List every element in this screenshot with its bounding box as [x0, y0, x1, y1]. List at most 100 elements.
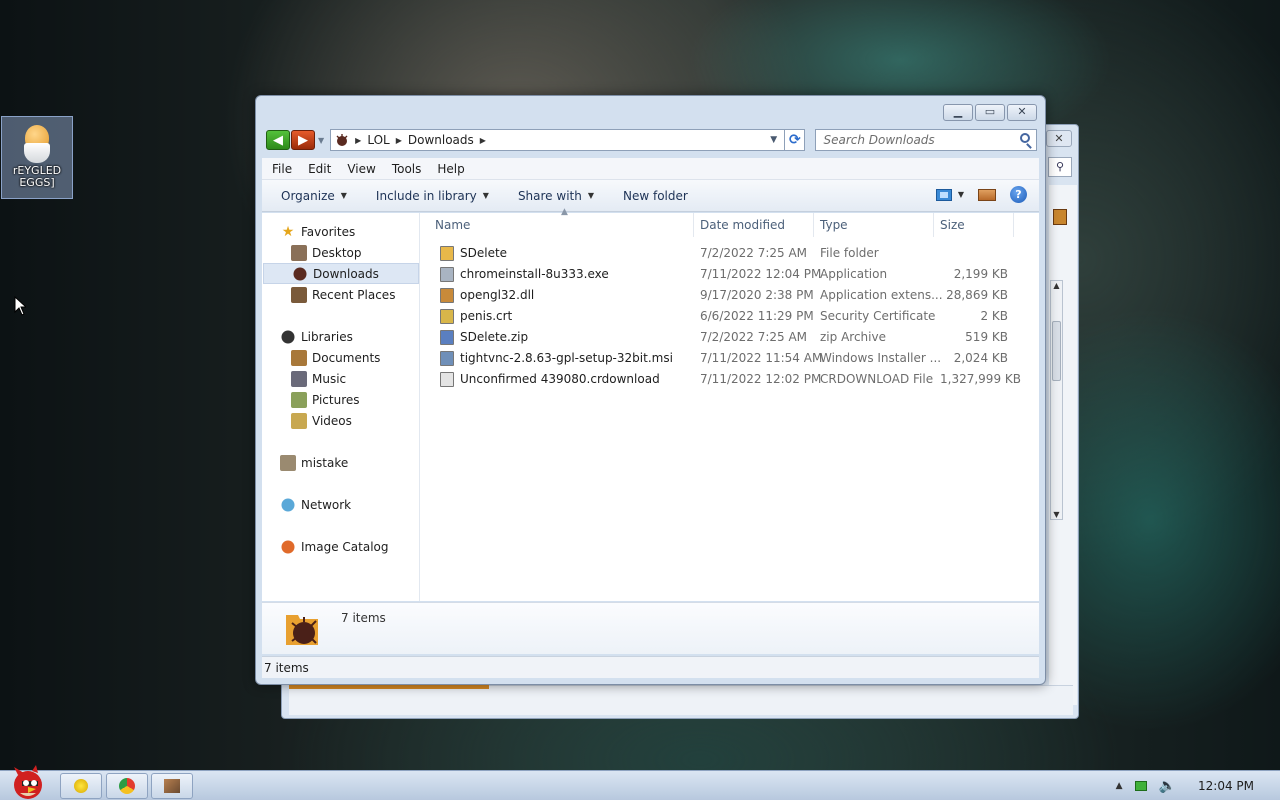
nav-videos[interactable]: Videos: [291, 410, 352, 431]
downloads-folder-icon: [286, 615, 318, 645]
nav-image-catalog[interactable]: Image Catalog: [280, 536, 388, 557]
libraries-icon: [280, 328, 296, 345]
file-size: 1,327,999 KB: [940, 372, 1021, 386]
nav-favorites[interactable]: ★ Favorites: [280, 221, 356, 242]
preview-pane-icon[interactable]: [978, 188, 996, 201]
background-scrollbar[interactable]: ▲ ▼: [1050, 280, 1063, 520]
view-options-dropdown-icon[interactable]: ▼: [958, 190, 964, 199]
file-row[interactable]: tightvnc-2.8.63-gpl-setup-32bit.msi 7/11/…: [421, 348, 1039, 369]
nav-desktop[interactable]: Desktop: [291, 242, 362, 263]
breadcrumb-arrow-icon[interactable]: ▶: [480, 136, 486, 145]
file-name: penis.crt: [460, 309, 513, 323]
nav-documents[interactable]: Documents: [291, 347, 380, 368]
taskbar-app-button[interactable]: [151, 773, 193, 799]
column-type[interactable]: Type: [814, 213, 934, 237]
taskbar-chrome-button[interactable]: [106, 773, 148, 799]
file-name: chromeinstall-8u333.exe: [460, 267, 609, 281]
search-input[interactable]: Search Downloads: [815, 129, 1037, 151]
file-date: 7/11/2022 11:54 AM: [700, 351, 823, 365]
file-name: SDelete.zip: [460, 330, 529, 344]
music-icon: [291, 370, 307, 387]
menu-tools[interactable]: Tools: [392, 162, 422, 176]
menu-view[interactable]: View: [347, 162, 375, 176]
menu-help[interactable]: Help: [437, 162, 464, 176]
folder-icon: [440, 246, 454, 261]
nav-pictures[interactable]: Pictures: [291, 389, 360, 410]
column-date-modified[interactable]: Date modified: [694, 213, 814, 237]
file-size: 28,869 KB: [946, 288, 1008, 302]
window-controls: ▁ ▭ ✕: [943, 104, 1037, 121]
show-hidden-icons-icon[interactable]: ▲: [1116, 781, 1123, 791]
volume-icon[interactable]: 🔈: [1159, 778, 1176, 794]
address-dropdown-icon[interactable]: ▼: [770, 135, 777, 145]
address-bar[interactable]: ▶ LOL ▶ Downloads ▶ ▼: [330, 129, 786, 151]
navigation-bar: ◀ ▶ ▼ ▶ LOL ▶ Downloads ▶ ▼ ⟳ Search Dow…: [266, 128, 1037, 152]
organize-button[interactable]: Organize ▼: [281, 189, 347, 203]
file-date: 7/11/2022 12:02 PM: [700, 372, 822, 386]
network-icon: [280, 496, 296, 513]
forward-button[interactable]: ▶: [291, 130, 315, 150]
background-progress: [289, 685, 489, 689]
file-row[interactable]: opengl32.dll 9/17/2020 2:38 PM Application…: [421, 285, 1039, 306]
nav-music[interactable]: Music: [291, 368, 346, 389]
file-date: 9/17/2020 2:38 PM: [700, 288, 814, 302]
menu-file[interactable]: File: [272, 162, 292, 176]
file-row[interactable]: chromeinstall-8u333.exe 7/11/2022 12:04 P…: [421, 264, 1039, 285]
back-button[interactable]: ◀: [266, 130, 290, 150]
nav-recent-places[interactable]: Recent Places: [291, 284, 395, 305]
search-placeholder: Search Downloads: [823, 133, 935, 147]
explorer-window[interactable]: ▁ ▭ ✕ ◀ ▶ ▼ ▶ LOL ▶ Downloads ▶ ▼ ⟳ Sear…: [255, 95, 1046, 685]
taskbar-explorer-button[interactable]: [60, 773, 102, 799]
file-type: File folder: [820, 246, 879, 260]
close-button[interactable]: ✕: [1007, 104, 1037, 121]
star-icon: ★: [281, 223, 295, 240]
nav-downloads[interactable]: Downloads: [263, 263, 419, 284]
nav-user[interactable]: mistake: [280, 452, 348, 473]
desktop-icon-eggs[interactable]: rEYGLED EGGS]: [1, 116, 73, 199]
file-size: 2 KB: [980, 309, 1008, 323]
user-icon: [280, 454, 296, 471]
menu-edit[interactable]: Edit: [308, 162, 331, 176]
status-bar: 7 items: [262, 656, 1039, 678]
column-name[interactable]: Name: [421, 213, 694, 237]
breadcrumb-arrow-icon[interactable]: ▶: [396, 136, 402, 145]
refresh-icon[interactable]: ⟳: [785, 129, 806, 151]
breadcrumb-lol[interactable]: LOL: [367, 133, 389, 147]
downloads-icon: [292, 265, 308, 282]
maximize-button[interactable]: ▭: [975, 104, 1005, 121]
minimize-button[interactable]: ▁: [943, 104, 973, 121]
battery-icon[interactable]: [1134, 781, 1147, 791]
change-view-icon[interactable]: [935, 188, 952, 201]
breadcrumb-arrow-icon[interactable]: ▶: [355, 136, 361, 145]
file-name: Unconfirmed 439080.crdownload: [460, 372, 660, 386]
new-folder-button[interactable]: New folder: [623, 189, 688, 203]
file-row[interactable]: SDelete 7/2/2022 7:25 AM File folder: [421, 243, 1039, 264]
chevron-down-icon: ▼: [340, 191, 347, 200]
status-text: 7 items: [264, 661, 309, 675]
search-icon[interactable]: [1019, 133, 1030, 143]
background-close-button[interactable]: ✕: [1046, 130, 1072, 147]
file-type: Windows Installer ...: [820, 351, 942, 365]
file-row[interactable]: Unconfirmed 439080.crdownload 7/11/2022 1…: [421, 369, 1039, 390]
item-count: 7 items: [341, 611, 386, 625]
recent-pages-dropdown-icon[interactable]: ▼: [318, 136, 324, 145]
file-icon: [440, 372, 454, 387]
start-button[interactable]: [4, 765, 50, 800]
clock[interactable]: 12:04 PM: [1198, 779, 1254, 793]
help-icon[interactable]: ?: [1010, 186, 1027, 203]
file-list: ▲ Name Date modified Type Size SDelete 7/…: [421, 207, 1039, 601]
file-date: 7/2/2022 7:25 AM: [700, 246, 808, 260]
menu-bar: File Edit View Tools Help: [262, 158, 1039, 180]
file-row[interactable]: SDelete.zip 7/2/2022 7:25 AM zip Archive 51…: [421, 327, 1039, 348]
column-size[interactable]: Size: [934, 213, 1014, 237]
file-date: 7/11/2022 12:04 PM: [700, 267, 822, 281]
nav-network[interactable]: Network: [280, 494, 351, 515]
include-in-library-button[interactable]: Include in library ▼: [376, 189, 489, 203]
nav-libraries[interactable]: Libraries: [280, 326, 353, 347]
background-search-icon[interactable]: ⚲: [1048, 157, 1072, 177]
share-with-button[interactable]: Share with ▼: [518, 189, 594, 203]
file-size: 2,199 KB: [953, 267, 1008, 281]
breadcrumb-downloads[interactable]: Downloads: [408, 133, 474, 147]
file-row[interactable]: penis.crt 6/6/2022 11:29 PM Security Certi…: [421, 306, 1039, 327]
file-type: Security Certificate: [820, 309, 936, 323]
